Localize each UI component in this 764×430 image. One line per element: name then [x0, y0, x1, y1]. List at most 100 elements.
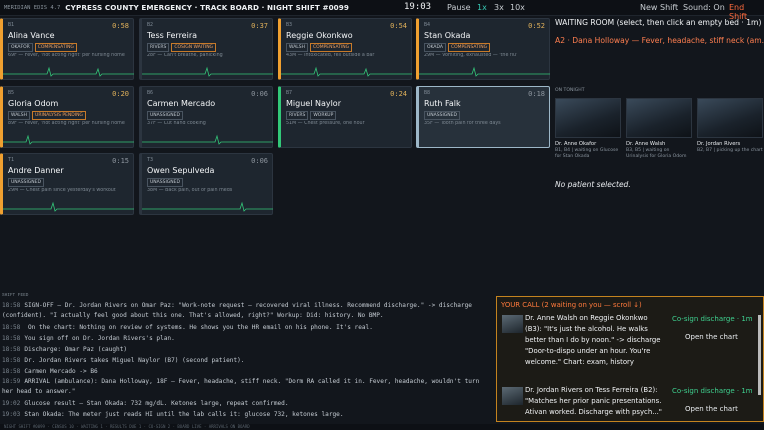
doctor-status: B3, B5 | waiting on Urinalysis for Glori… [626, 148, 687, 159]
patient-name: Alina Vance [8, 31, 55, 40]
speed-1x-button[interactable]: 1x [477, 3, 487, 12]
pause-button[interactable]: Pause [447, 3, 471, 12]
patient-name: Miguel Naylor [286, 99, 341, 108]
bed-card-selected[interactable]: B8 0:18 Ruth Falk UNASSIGNED 35F — Tooth… [416, 86, 550, 148]
status-tag: UNASSIGNED [147, 178, 183, 187]
waiting-patient[interactable]: A2 · Dana Holloway — Fever, headache, st… [555, 36, 764, 45]
bed-card[interactable]: B7 0:24 Miguel Naylor RIVERS WORKUP 51M —… [278, 86, 412, 148]
bed-label: B7 [286, 90, 293, 96]
vitals-trace [3, 134, 134, 145]
sound-toggle[interactable]: Sound: On [683, 3, 725, 12]
scrollbar[interactable] [758, 315, 761, 395]
vitals-trace [142, 201, 273, 212]
chief-complaint: 29M — Vomiting, exhausted — 'the flu' [424, 53, 518, 58]
doctor-card[interactable]: Dr. Anne Walsh B3, B5 | waiting on Urina… [626, 98, 692, 160]
status-tag: WORKUP [310, 111, 337, 120]
chief-complaint: 51M — Chest pressure, one hour [286, 121, 365, 126]
doctor-photo [697, 98, 763, 138]
shift-feed: SHIFT FEED 18:58 SIGN-OFF — Dr. Jordan Ri… [0, 293, 494, 424]
status-tag: URINALYSIS PENDING [32, 111, 86, 120]
doctor-name: Dr. Anne Okafor [555, 141, 597, 147]
doctor-tag: OKADA [424, 43, 446, 52]
bed-label: B1 [8, 22, 15, 28]
doctor-status: B2, B7 | picking up the chart [697, 148, 763, 153]
status-bar: NIGHT SHIFT #0099 · CENSUS 10 · WAITING … [0, 424, 764, 430]
bed-timer: 0:52 [528, 22, 545, 30]
call-message: Dr. Jordan Rivers on Tess Ferreira (B2):… [525, 386, 662, 416]
bed-timer: 0:24 [390, 90, 407, 98]
feed-line: 18:58 Discharge: Omar Paz (caught) [2, 346, 128, 353]
bed-card[interactable]: B1 0:58 Alina Vance OKAFOR COMPENSATING 6… [0, 18, 134, 80]
doctor-card[interactable]: Dr. Anne Okafor B1, B4 | waiting on Gluc… [555, 98, 621, 160]
top-bar: MERIDIAN EDIS 4.7 CYPRESS COUNTY EMERGEN… [0, 0, 764, 21]
chief-complaint: 28F — Can't breathe, panicking [147, 53, 223, 58]
status-tag: COMPENSATING [447, 43, 491, 52]
feed-line: 19:02 Glucose result — Stan Okada: 732 mg… [2, 400, 289, 407]
doctor-avatar [502, 387, 523, 405]
doctor-name: Dr. Anne Walsh [626, 141, 666, 147]
feed-line: 18:58 Carmen Mercado -> B6 [2, 368, 98, 375]
your-call-panel: YOUR CALL (2 waiting on you — scroll ↓) … [496, 296, 764, 422]
doctor-tag: OKAFOR [8, 43, 33, 52]
feed-line: 19:03 Stan Okada: The meter just reads HI… [2, 411, 344, 418]
bed-label: B4 [424, 22, 431, 28]
status-tag: COSIGN WAITING [171, 43, 217, 52]
chief-complaint: 43M — Intoxicated, fell outside a bar [286, 53, 375, 58]
doctor-status: B1, B4 | waiting on Glucose for Stan Oka… [555, 148, 619, 159]
chief-complaint: 29M — Chest pain since yesterday's worko… [8, 188, 116, 193]
waiting-room-title: WAITING ROOM (select, then click an empt… [555, 18, 762, 27]
new-shift-button[interactable]: New Shift [640, 3, 678, 12]
bed-timer: 0:20 [112, 90, 129, 98]
bed-timer: 0:37 [251, 22, 268, 30]
chief-complaint: 37F — Cut hand cooking [147, 121, 206, 126]
bed-timer: 0:15 [112, 157, 129, 165]
feed-line: 18:58 Dr. Jordan Rivers takes Miguel Nayl… [2, 357, 245, 364]
patient-name: Reggie Okonkwo [286, 31, 353, 40]
doctor-tag: RIVERS [286, 111, 309, 120]
bed-label: B5 [8, 90, 15, 96]
co-sign-discharge-button[interactable]: Co-sign discharge · 1m [672, 387, 753, 395]
doctor-card[interactable]: Dr. Jordan Rivers B2, B7 | picking up th… [697, 98, 763, 154]
app-version: MERIDIAN EDIS 4.7 [4, 4, 61, 11]
bed-label: T3 [147, 157, 154, 163]
patient-name: Gloria Odom [8, 99, 59, 108]
bed-label: T1 [8, 157, 15, 163]
bed-card[interactable]: B6 0:06 Carmen Mercado UNASSIGNED 37F — … [139, 86, 273, 148]
bed-label: B3 [286, 22, 293, 28]
doctor-tag: RIVERS [147, 43, 170, 52]
bed-card[interactable]: B4 0:52 Stan Okada OKADA COMPENSATING 29M… [416, 18, 550, 80]
chief-complaint: 38M — Back pain, out of pain meds [147, 188, 233, 193]
bed-timer: 0:06 [251, 157, 268, 165]
bed-card[interactable]: B2 0:37 Tess Ferreira RIVERS COSIGN WAITI… [139, 18, 273, 80]
shift-feed-label: SHIFT FEED [2, 293, 29, 298]
bed-label: B6 [147, 90, 154, 96]
chief-complaint: 89F — Fever, 'not acting right' per nurs… [8, 121, 125, 126]
feed-line: 18:59 ARRIVAL (ambulance): Dana Holloway,… [2, 378, 480, 395]
doctor-photo [626, 98, 692, 138]
doctor-photo [555, 98, 621, 138]
chief-complaint: 35F — Tooth pain for three days [424, 121, 501, 126]
speed-10x-button[interactable]: 10x [510, 3, 525, 12]
co-sign-discharge-button[interactable]: Co-sign discharge · 1m [672, 315, 753, 323]
track-board: B1 0:58 Alina Vance OKAFOR COMPENSATING 6… [0, 16, 550, 220]
patient-name: Stan Okada [424, 31, 471, 40]
status-tag: UNASSIGNED [8, 178, 44, 187]
bed-card[interactable]: B5 0:20 Gloria Odom WALSH URINALYSIS PEND… [0, 86, 134, 148]
speed-3x-button[interactable]: 3x [494, 3, 504, 12]
bed-timer: 0:18 [528, 90, 545, 98]
feed-line: 18:58 On the chart: Nothing on review of… [2, 324, 373, 331]
bed-card[interactable]: T1 0:15 Andre Danner UNASSIGNED 29M — Ch… [0, 153, 134, 215]
vitals-trace [142, 134, 273, 145]
bed-timer: 0:06 [251, 90, 268, 98]
open-chart-button[interactable]: Open the chart [685, 405, 738, 413]
doctor-tag: WALSH [286, 43, 309, 52]
open-chart-button[interactable]: Open the chart [685, 333, 738, 341]
doctor-tag: WALSH [8, 111, 31, 120]
chief-complaint: 69F — Fever, 'not acting right' per nurs… [8, 53, 125, 58]
bed-card[interactable]: T3 0:06 Owen Sepulveda UNASSIGNED 38M — … [139, 153, 273, 215]
status-tag: UNASSIGNED [424, 111, 460, 120]
your-call-header: YOUR CALL (2 waiting on you — scroll ↓) [501, 301, 642, 309]
call-message: Dr. Anne Walsh on Reggie Okonkwo (B3): "… [525, 314, 661, 366]
patient-name: Carmen Mercado [147, 99, 216, 108]
bed-card[interactable]: B3 0:54 Reggie Okonkwo WALSH COMPENSATING… [278, 18, 412, 80]
